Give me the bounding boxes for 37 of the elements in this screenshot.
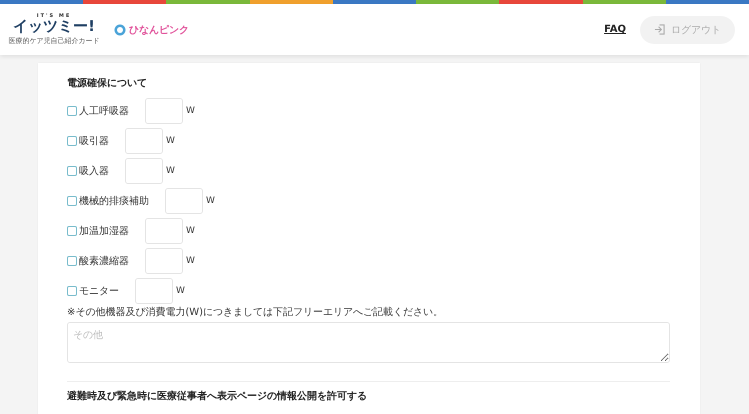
wattage-field[interactable] <box>125 128 163 154</box>
section-heading: 避難時及び緊急時に医療従事者へ表示ページの情報公開を許可する <box>67 390 368 403</box>
section-heading: 電源確保について <box>67 77 148 90</box>
unit-label: W <box>166 136 175 146</box>
checkbox-label: 吸入器 <box>79 164 109 178</box>
wattage-field[interactable] <box>135 278 173 304</box>
note-text: ※その他機器及び消費電力(W)につきましては下記フリーエリアへご記載ください。 <box>67 306 444 319</box>
checkbox-label: 人工呼吸器 <box>79 104 129 118</box>
unit-label: W <box>186 226 195 236</box>
logo-wordmark: イッツミー! <box>13 19 95 34</box>
unit-label: W <box>176 286 185 296</box>
checkbox[interactable] <box>67 286 77 296</box>
wattage-field[interactable] <box>145 218 183 244</box>
wattage-field[interactable] <box>145 98 183 124</box>
unit-label: W <box>206 196 215 206</box>
checkbox-label: 機械的排痰補助 <box>79 194 149 208</box>
logout-icon <box>654 24 665 35</box>
checkbox[interactable] <box>67 166 77 176</box>
partner-logo-text: ひなんピンク <box>129 24 189 36</box>
unit-label: W <box>166 166 175 176</box>
checkbox[interactable] <box>67 256 77 266</box>
wattage-field[interactable] <box>145 248 183 274</box>
checkbox[interactable] <box>67 136 77 146</box>
wattage-field[interactable] <box>125 158 163 184</box>
checkbox-label: モニター <box>79 285 119 298</box>
checkbox-label: 酸素濃縮器 <box>79 254 129 268</box>
unit-label: W <box>186 106 195 116</box>
checkbox[interactable] <box>67 106 77 116</box>
faq-link[interactable]: FAQ <box>604 24 626 35</box>
checkbox-label: 吸引器 <box>79 135 109 148</box>
partner-logo-icon <box>114 24 126 36</box>
checkbox[interactable] <box>67 226 77 236</box>
checkbox-label: 加温加湿器 <box>79 224 129 238</box>
other-field[interactable]: その他 <box>67 322 670 363</box>
unit-label: W <box>186 256 195 266</box>
wattage-field[interactable] <box>165 188 203 214</box>
checkbox[interactable] <box>67 196 77 206</box>
